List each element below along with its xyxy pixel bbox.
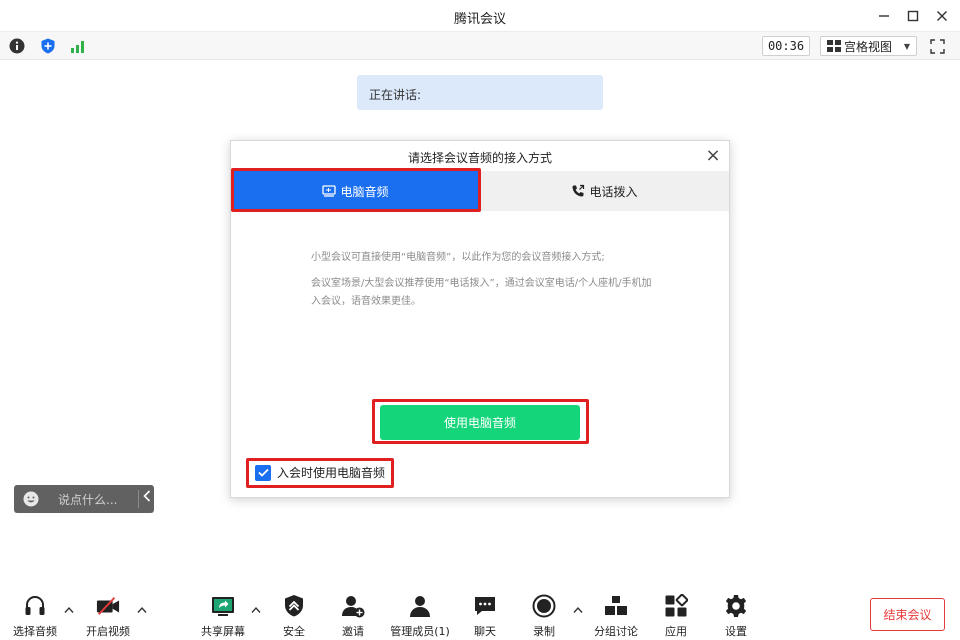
- add-user-icon: [341, 594, 365, 618]
- maximize-icon[interactable]: [903, 6, 923, 26]
- chat-divider: [138, 490, 139, 508]
- security-button[interactable]: 安全: [264, 594, 324, 639]
- camera-off-icon: [96, 594, 120, 618]
- title-bar: 腾讯会议: [0, 0, 960, 32]
- view-mode-dropdown[interactable]: 宫格视图 ▼: [820, 36, 917, 56]
- chat-quick-input[interactable]: 说点什么...: [14, 485, 154, 513]
- meeting-toolbar: 选择音频 开启视频 共享屏幕 安全 邀请 管理成员(1) 聊天 录制 分组讨论 …: [0, 590, 960, 640]
- caret-down-icon: ▼: [903, 41, 910, 51]
- record-button[interactable]: 录制: [514, 594, 574, 639]
- audio-options-caret-icon[interactable]: [64, 606, 74, 616]
- apps-grid-icon: [664, 594, 688, 618]
- tab-phone-dialin-label: 电话拨入: [589, 184, 638, 199]
- meeting-info-bar: 00:36 宫格视图 ▼: [0, 32, 960, 60]
- chevron-left-icon[interactable]: [143, 490, 153, 505]
- record-icon: [532, 594, 556, 618]
- share-options-caret-icon[interactable]: [251, 606, 261, 616]
- highlight-box-checkbox: [246, 458, 394, 488]
- chat-bubble-icon: [473, 594, 497, 618]
- headset-icon: [23, 594, 47, 618]
- invite-button[interactable]: 邀请: [323, 594, 383, 639]
- chat-label: 聊天: [474, 625, 496, 638]
- select-audio-button[interactable]: 选择音频: [5, 594, 65, 639]
- minimize-icon[interactable]: [874, 6, 894, 26]
- meeting-timer: 00:36: [762, 36, 810, 56]
- highlight-box-tab: [231, 168, 481, 212]
- record-label: 录制: [533, 625, 555, 638]
- members-icon: [408, 594, 432, 618]
- chat-placeholder: 说点什么...: [58, 493, 118, 507]
- select-audio-label: 选择音频: [13, 625, 57, 638]
- speaking-label: 正在讲话:: [369, 88, 422, 102]
- share-screen-button[interactable]: 共享屏幕: [193, 594, 253, 639]
- security-label: 安全: [283, 625, 305, 638]
- info-icon[interactable]: [9, 38, 25, 54]
- breakout-rooms-button[interactable]: 分组讨论: [586, 594, 646, 639]
- start-video-label: 开启视频: [86, 625, 130, 638]
- share-screen-label: 共享屏幕: [201, 625, 245, 638]
- security-shield-icon: [282, 594, 306, 618]
- dialog-close-icon[interactable]: ×: [705, 145, 721, 166]
- video-options-caret-icon[interactable]: [137, 606, 147, 616]
- settings-label: 设置: [725, 625, 747, 638]
- view-mode-label: 宫格视图: [844, 39, 893, 54]
- tab-phone-dialin[interactable]: 电话拨入: [480, 171, 729, 211]
- shield-icon[interactable]: [40, 38, 56, 54]
- dialog-description-2: 会议室场景/大型会议推荐使用“电话拨入”，通过会议室电话/个人座机/手机加入会议…: [311, 278, 652, 307]
- signal-icon[interactable]: [70, 38, 86, 54]
- emoji-icon[interactable]: [23, 491, 39, 507]
- gear-icon: [724, 594, 748, 618]
- invite-label: 邀请: [342, 625, 364, 638]
- start-video-button[interactable]: 开启视频: [78, 594, 138, 639]
- breakout-rooms-label: 分组讨论: [594, 625, 638, 638]
- window-title: 腾讯会议: [453, 12, 506, 27]
- dialog-description-1: 小型会议可直接使用“电脑音频”，以此作为您的会议音频接入方式;: [311, 252, 605, 263]
- speaking-indicator: 正在讲话:: [357, 75, 603, 110]
- share-screen-icon: [211, 594, 235, 618]
- manage-members-label: 管理成员(1): [390, 625, 450, 638]
- manage-members-button[interactable]: 管理成员(1): [389, 594, 451, 639]
- end-meeting-button[interactable]: 结束会议: [870, 598, 945, 631]
- close-icon[interactable]: [932, 6, 952, 26]
- dialog-title: 请选择会议音频的接入方式: [407, 151, 552, 165]
- highlight-box-button: [372, 399, 589, 444]
- grid-icon: [827, 40, 841, 52]
- settings-button[interactable]: 设置: [706, 594, 766, 639]
- chat-button[interactable]: 聊天: [455, 594, 515, 639]
- apps-button[interactable]: 应用: [646, 594, 706, 639]
- record-options-caret-icon[interactable]: [573, 606, 583, 616]
- breakout-rooms-icon: [604, 594, 628, 618]
- fullscreen-icon[interactable]: [930, 39, 945, 54]
- phone-icon: [572, 184, 585, 197]
- apps-label: 应用: [665, 625, 687, 638]
